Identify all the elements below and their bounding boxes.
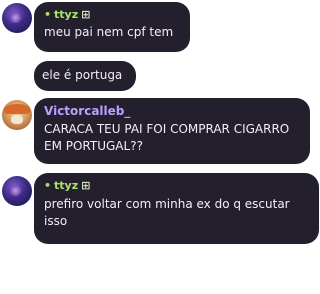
author-name[interactable]: Victorcalleb_ [44, 104, 300, 118]
badge-icon: ⊞ [81, 179, 91, 192]
chat-bubble: Victorcalleb_ CARACA TEU PAI FOI COMPRAR… [34, 98, 310, 164]
avatar-ttyz[interactable] [2, 176, 32, 206]
online-dot-icon: • [44, 8, 52, 21]
chat-bubble: • ttyz ⊞ meu pai nem cpf tem [34, 2, 190, 52]
author-name[interactable]: ttyz [54, 8, 78, 21]
author-row: • ttyz ⊞ [44, 179, 309, 192]
author-row: • ttyz ⊞ [44, 8, 180, 21]
avatar-victorcalleb[interactable] [2, 100, 32, 130]
author-name[interactable]: ttyz [54, 179, 78, 192]
message-text: prefiro voltar com minha ex do q escutar… [44, 197, 290, 228]
message-text: meu pai nem cpf tem [44, 25, 174, 39]
avatar-ttyz[interactable] [2, 3, 32, 33]
chat-bubble: • ttyz ⊞ prefiro voltar com minha ex do … [34, 173, 319, 244]
message-text: ele é portuga [42, 68, 123, 82]
online-dot-icon: • [44, 179, 52, 192]
chat-bubble: ele é portuga [34, 61, 136, 91]
message-text: CARACA TEU PAI FOI COMPRAR CIGARRO EM PO… [44, 122, 290, 153]
badge-icon: ⊞ [81, 8, 91, 21]
